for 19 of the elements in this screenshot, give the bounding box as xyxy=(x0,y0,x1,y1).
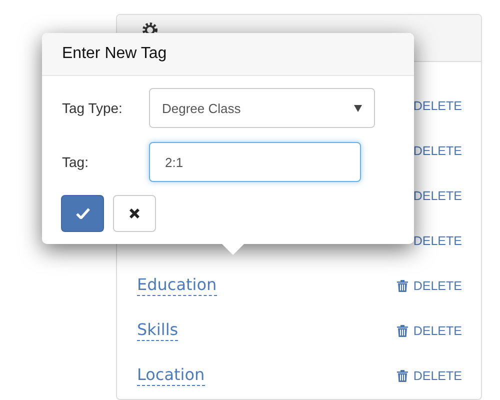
field-label: Tag Type: xyxy=(62,100,124,116)
field-label: Tag: xyxy=(62,154,90,170)
trash-icon xyxy=(397,280,408,292)
close-icon xyxy=(129,208,140,219)
check-icon xyxy=(76,208,90,219)
delete-button[interactable]: DELETE xyxy=(397,278,462,292)
tag-input-field[interactable]: 2:1 xyxy=(149,142,361,182)
trash-icon xyxy=(397,370,408,382)
cancel-button[interactable] xyxy=(113,195,156,232)
dialog-title: Enter New Tag xyxy=(42,33,414,76)
tag-type-link[interactable]: Education xyxy=(137,275,217,296)
delete-button[interactable]: DELETE xyxy=(397,324,462,338)
confirm-button[interactable] xyxy=(61,195,104,232)
delete-button[interactable]: DELETE xyxy=(397,368,462,382)
tag-type-link[interactable]: Location xyxy=(137,365,205,386)
tag-type-dropdown[interactable]: Degree Class xyxy=(149,88,375,128)
trash-icon xyxy=(397,324,408,336)
tag-type-link[interactable]: Skills xyxy=(137,320,178,341)
caret-icon xyxy=(354,104,362,112)
